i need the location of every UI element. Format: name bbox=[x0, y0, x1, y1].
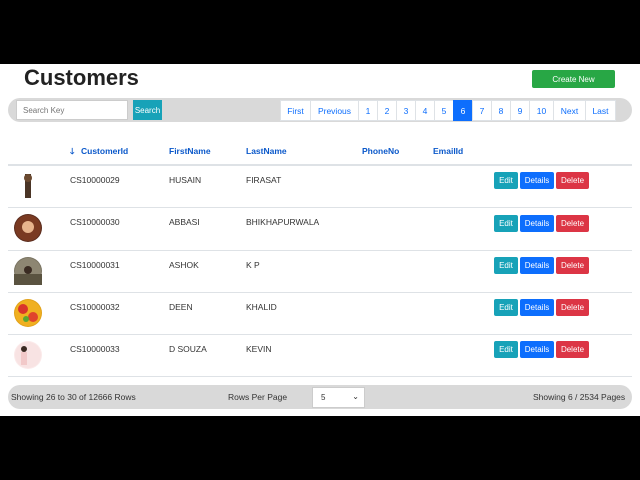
page-next[interactable]: Next bbox=[553, 100, 586, 121]
rows-info: Showing 26 to 30 of 12666 Rows bbox=[11, 392, 136, 402]
rows-per-page-select[interactable]: 5 ⌄ bbox=[312, 387, 365, 408]
edit-button[interactable]: Edit bbox=[494, 341, 518, 358]
pagination: First Previous 1 2 3 4 5 6 7 8 9 10 Next… bbox=[280, 100, 616, 121]
last-name: FIRASAT bbox=[246, 175, 282, 185]
last-name: BHIKHAPURWALA bbox=[246, 217, 320, 227]
column-customer-id[interactable]: CustomerId bbox=[81, 146, 128, 156]
customer-id: CS10000031 bbox=[70, 260, 120, 270]
avatar bbox=[14, 172, 42, 200]
customer-id: CS10000033 bbox=[70, 344, 120, 354]
first-name: D SOUZA bbox=[169, 344, 207, 354]
pages-info: Showing 6 / 2534 Pages bbox=[533, 392, 626, 402]
page-6-active[interactable]: 6 bbox=[453, 100, 473, 121]
customers-page: Customers Create New Search First Previo… bbox=[0, 64, 640, 416]
rows-per-page-value: 5 bbox=[321, 393, 326, 402]
delete-button[interactable]: Delete bbox=[556, 215, 589, 232]
edit-button[interactable]: Edit bbox=[494, 257, 518, 274]
avatar bbox=[14, 214, 42, 242]
rows-per-page-label: Rows Per Page bbox=[228, 392, 288, 402]
edit-button[interactable]: Edit bbox=[494, 172, 518, 189]
avatar bbox=[14, 257, 42, 285]
page-10[interactable]: 10 bbox=[529, 100, 554, 121]
last-name: KHALID bbox=[246, 302, 277, 312]
delete-button[interactable]: Delete bbox=[556, 257, 589, 274]
details-button[interactable]: Details bbox=[520, 299, 554, 316]
sort-down-arrow-icon[interactable]: 🡓 bbox=[70, 146, 74, 160]
page-title: Customers bbox=[24, 65, 139, 90]
details-button[interactable]: Details bbox=[520, 257, 554, 274]
page-3[interactable]: 3 bbox=[396, 100, 416, 121]
column-first-name[interactable]: FirstName bbox=[169, 146, 211, 156]
edit-button[interactable]: Edit bbox=[494, 215, 518, 232]
last-name: K P bbox=[246, 260, 260, 270]
page-4[interactable]: 4 bbox=[415, 100, 435, 121]
page-last[interactable]: Last bbox=[585, 100, 616, 121]
page-2[interactable]: 2 bbox=[377, 100, 397, 121]
create-new-button[interactable]: Create New bbox=[532, 70, 615, 88]
page-8[interactable]: 8 bbox=[491, 100, 511, 121]
customer-id: CS10000032 bbox=[70, 302, 120, 312]
page-9[interactable]: 9 bbox=[510, 100, 530, 121]
details-button[interactable]: Details bbox=[520, 172, 554, 189]
page-first[interactable]: First bbox=[280, 100, 311, 121]
search-input[interactable] bbox=[16, 100, 128, 120]
page-previous[interactable]: Previous bbox=[310, 100, 359, 121]
column-last-name[interactable]: LastName bbox=[246, 146, 287, 156]
chevron-down-icon: ⌄ bbox=[352, 392, 359, 401]
first-name: ABBASI bbox=[169, 217, 200, 227]
search-button[interactable]: Search bbox=[133, 100, 162, 120]
first-name: ASHOK bbox=[169, 260, 199, 270]
delete-button[interactable]: Delete bbox=[556, 172, 589, 189]
first-name: DEEN bbox=[169, 302, 193, 312]
last-name: KEVIN bbox=[246, 344, 272, 354]
edit-button[interactable]: Edit bbox=[494, 299, 518, 316]
first-name: HUSAIN bbox=[169, 175, 202, 185]
column-phone[interactable]: PhoneNo bbox=[362, 146, 399, 156]
page-1[interactable]: 1 bbox=[358, 100, 378, 121]
page-5[interactable]: 5 bbox=[434, 100, 454, 121]
customer-id: CS10000030 bbox=[70, 217, 120, 227]
avatar bbox=[14, 341, 42, 369]
delete-button[interactable]: Delete bbox=[556, 341, 589, 358]
page-7[interactable]: 7 bbox=[472, 100, 492, 121]
details-button[interactable]: Details bbox=[520, 215, 554, 232]
customer-id: CS10000029 bbox=[70, 175, 120, 185]
details-button[interactable]: Details bbox=[520, 341, 554, 358]
avatar bbox=[14, 299, 42, 327]
delete-button[interactable]: Delete bbox=[556, 299, 589, 316]
column-email[interactable]: EmailId bbox=[433, 146, 463, 156]
